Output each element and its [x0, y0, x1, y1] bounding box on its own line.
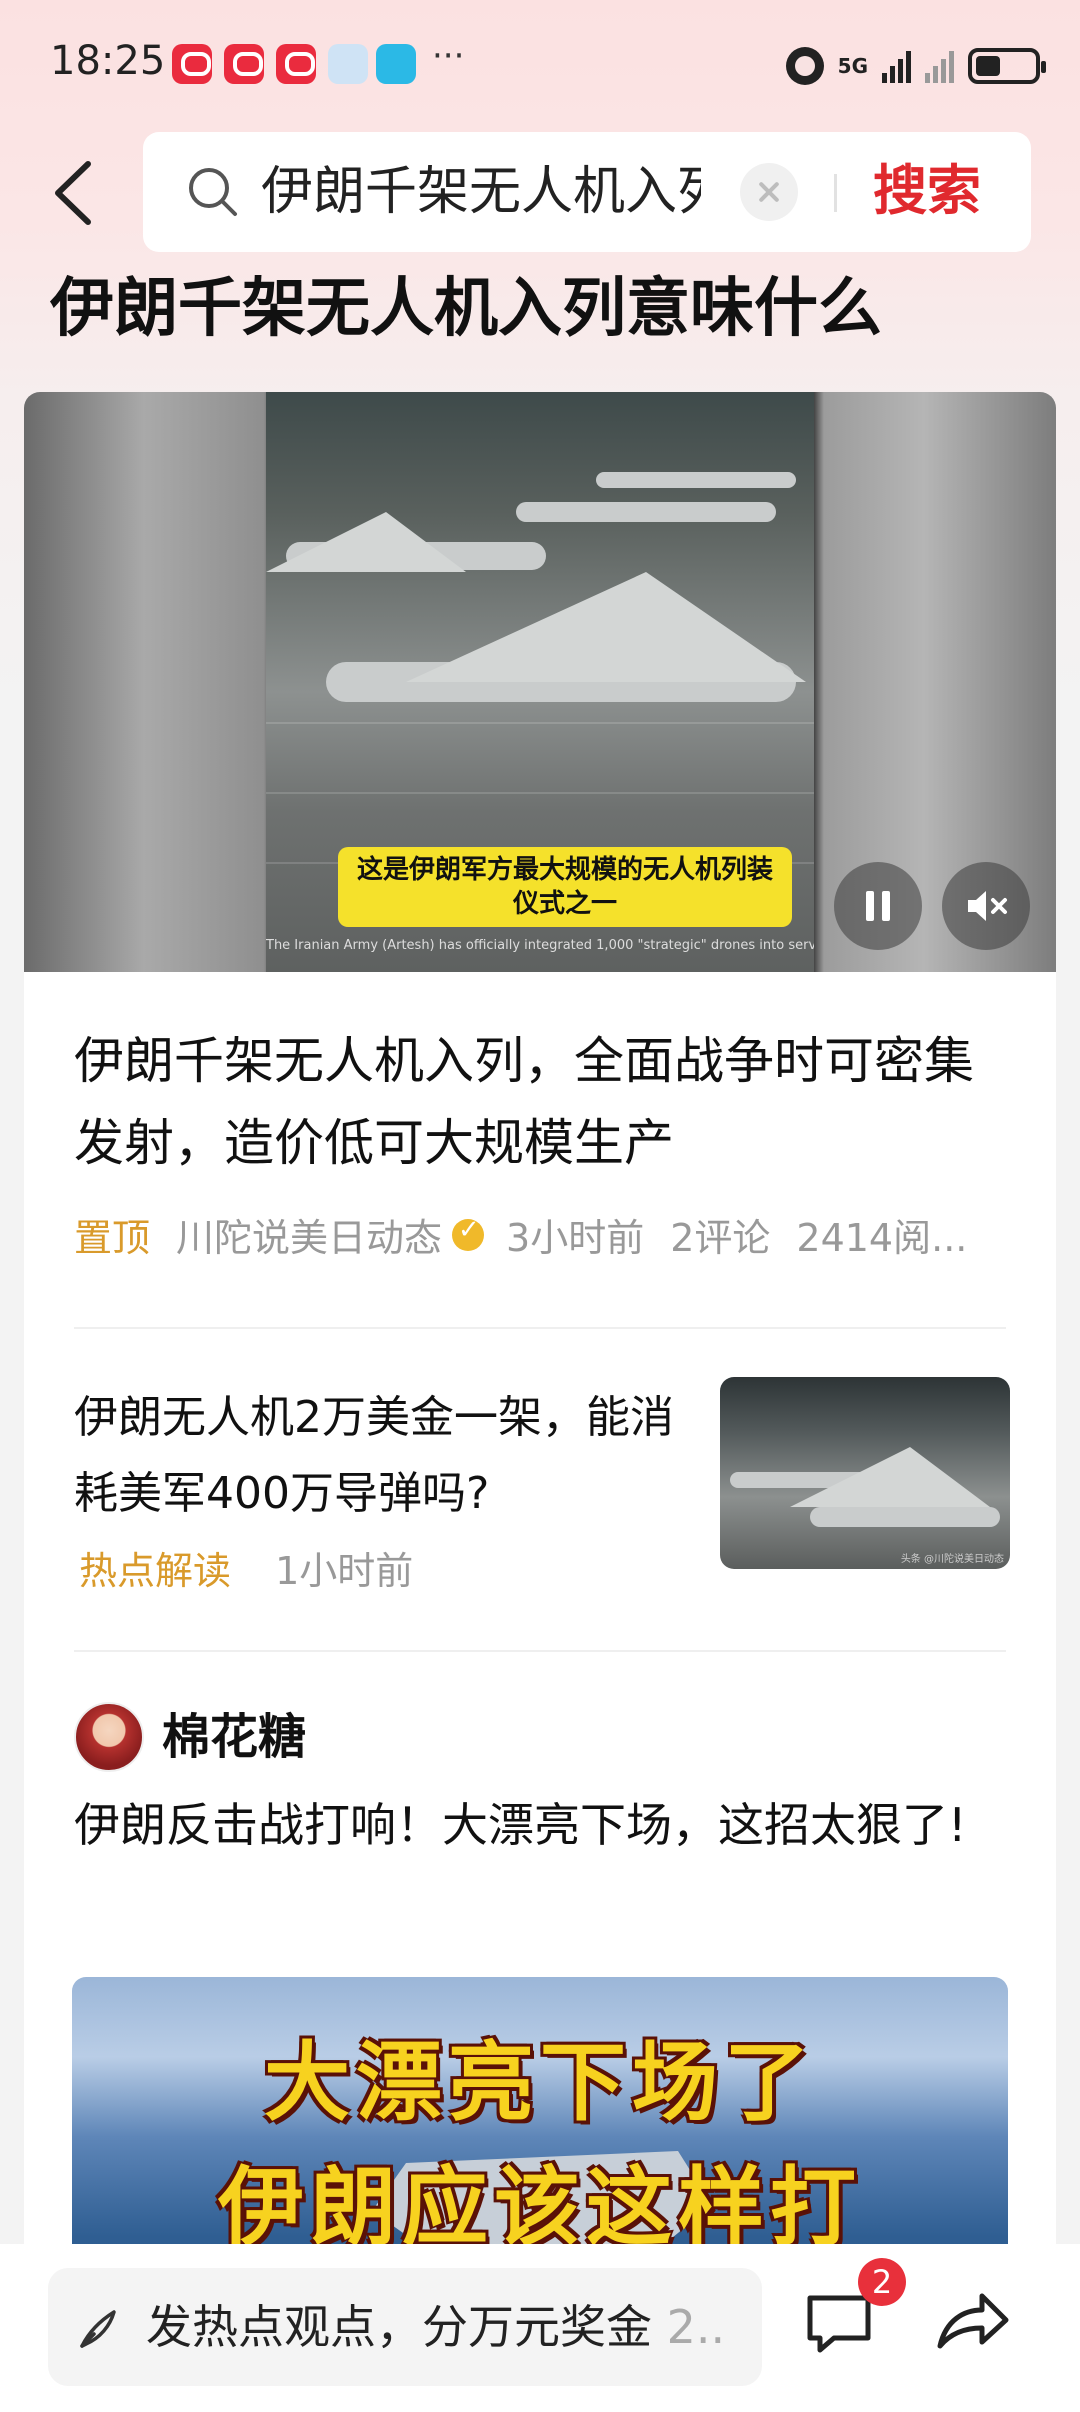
back-button[interactable]	[44, 158, 104, 228]
article-meta: 置顶 川陀说美日动态 3小时前 2评论 2414阅...	[74, 1207, 1034, 1262]
drone-image	[516, 502, 776, 522]
comment-placeholder-text: 发热点观点，分万元奖金	[146, 2300, 652, 2354]
pen-icon	[80, 2310, 116, 2348]
publish-time: 3小时前	[506, 1216, 645, 1260]
network-type: 5G	[837, 54, 868, 78]
hongbao-app-icon	[172, 44, 212, 84]
pause-button[interactable]	[834, 862, 922, 950]
drone-image	[810, 1507, 1000, 1527]
volume-mute-icon	[968, 891, 1007, 921]
video-subtitle: The Iranian Army (Artesh) has officially…	[266, 938, 814, 953]
author-name[interactable]: 川陀说美日动态	[176, 1207, 442, 1262]
signal-icon	[882, 49, 911, 83]
bottom-bar: 发热点观点，分万元奖金 2.. 2	[0, 2244, 1080, 2412]
signal-icon-sim2	[925, 49, 954, 83]
news-item-thumbnail[interactable]: 头条 @川陀说美日动态	[720, 1377, 1010, 1569]
thumbnail-watermark: 头条 @川陀说美日动态	[900, 1554, 1004, 1565]
page-title: 伊朗千架无人机入列意味什么	[50, 272, 882, 346]
verified-icon	[452, 1215, 485, 1251]
comment-placeholder: 发热点观点，分万元奖金 2..	[146, 2296, 746, 2358]
comment-count-badge: 2	[858, 2258, 906, 2306]
comment-count: 2评论	[670, 1216, 771, 1260]
more-notifications-icon: ···	[432, 36, 465, 76]
search-button[interactable]: 搜索	[873, 159, 981, 223]
page: 18:25 ··· 5G 伊朗千架无人机入列意味什么	[0, 0, 1080, 2412]
news-item-meta: 热点解读 1小时前	[79, 1540, 413, 1595]
book-app-icon	[376, 44, 416, 84]
article-title[interactable]: 伊朗千架无人机入列，全面战争时可密集发射，造价低可大规模生产	[74, 1020, 1014, 1184]
comment-placeholder-suffix: 2..	[666, 2300, 726, 2354]
divider	[74, 1650, 1006, 1652]
floor-line	[266, 792, 814, 794]
video-player[interactable]: 这是伊朗军方最大规模的无人机列装仪式之一 The Iranian Army (A…	[24, 392, 1056, 972]
status-indicators: 5G	[785, 46, 1046, 86]
pinned-tag: 置顶	[74, 1216, 151, 1260]
floor-line	[266, 722, 814, 724]
news-item-title[interactable]: 伊朗无人机2万美金一架，能消耗美军400万导弹吗?	[74, 1380, 714, 1532]
cloud-app-icon	[328, 44, 368, 84]
chevron-left-icon	[55, 161, 91, 225]
share-icon	[937, 2293, 1009, 2349]
mute-button[interactable]	[942, 862, 1030, 950]
search-box[interactable]: 伊朗千架无人机入列意味什么 搜索	[143, 132, 1031, 252]
share-button[interactable]	[930, 2280, 1016, 2366]
search-input[interactable]: 伊朗千架无人机入列意味什么	[261, 162, 701, 222]
status-bar: 18:25 ··· 5G	[0, 0, 1080, 135]
hongbao-app-icon	[276, 44, 316, 84]
battery-icon	[968, 48, 1046, 84]
comment-input[interactable]: 发热点观点，分万元奖金 2..	[48, 2268, 762, 2386]
video-caption: 这是伊朗军方最大规模的无人机列装仪式之一	[338, 847, 792, 927]
hot-topic-tag: 热点解读	[79, 1549, 232, 1593]
hongbao-app-icon	[224, 44, 264, 84]
image-headline-line1: 大漂亮下场了	[264, 2032, 816, 2133]
read-count: 2414阅...	[796, 1216, 968, 1260]
post-text[interactable]: 伊朗反击战打响！大漂亮下场，这招太狠了!	[74, 1786, 1014, 1864]
divider	[834, 174, 837, 212]
drone-image	[596, 472, 796, 488]
search-icon	[189, 168, 237, 216]
video-frame: 这是伊朗军方最大规模的无人机列装仪式之一 The Iranian Army (A…	[266, 392, 814, 972]
results-card: 这是伊朗军方最大规模的无人机列装仪式之一 The Iranian Army (A…	[24, 392, 1056, 2412]
publish-time: 1小时前	[275, 1549, 414, 1593]
clear-search-button[interactable]	[740, 163, 798, 221]
drone-image	[406, 572, 806, 682]
status-time: 18:25	[50, 38, 166, 84]
avatar[interactable]	[74, 1702, 144, 1772]
username[interactable]: 棉花糖	[162, 1704, 306, 1770]
divider	[74, 1327, 1006, 1329]
alarm-icon	[785, 47, 824, 85]
